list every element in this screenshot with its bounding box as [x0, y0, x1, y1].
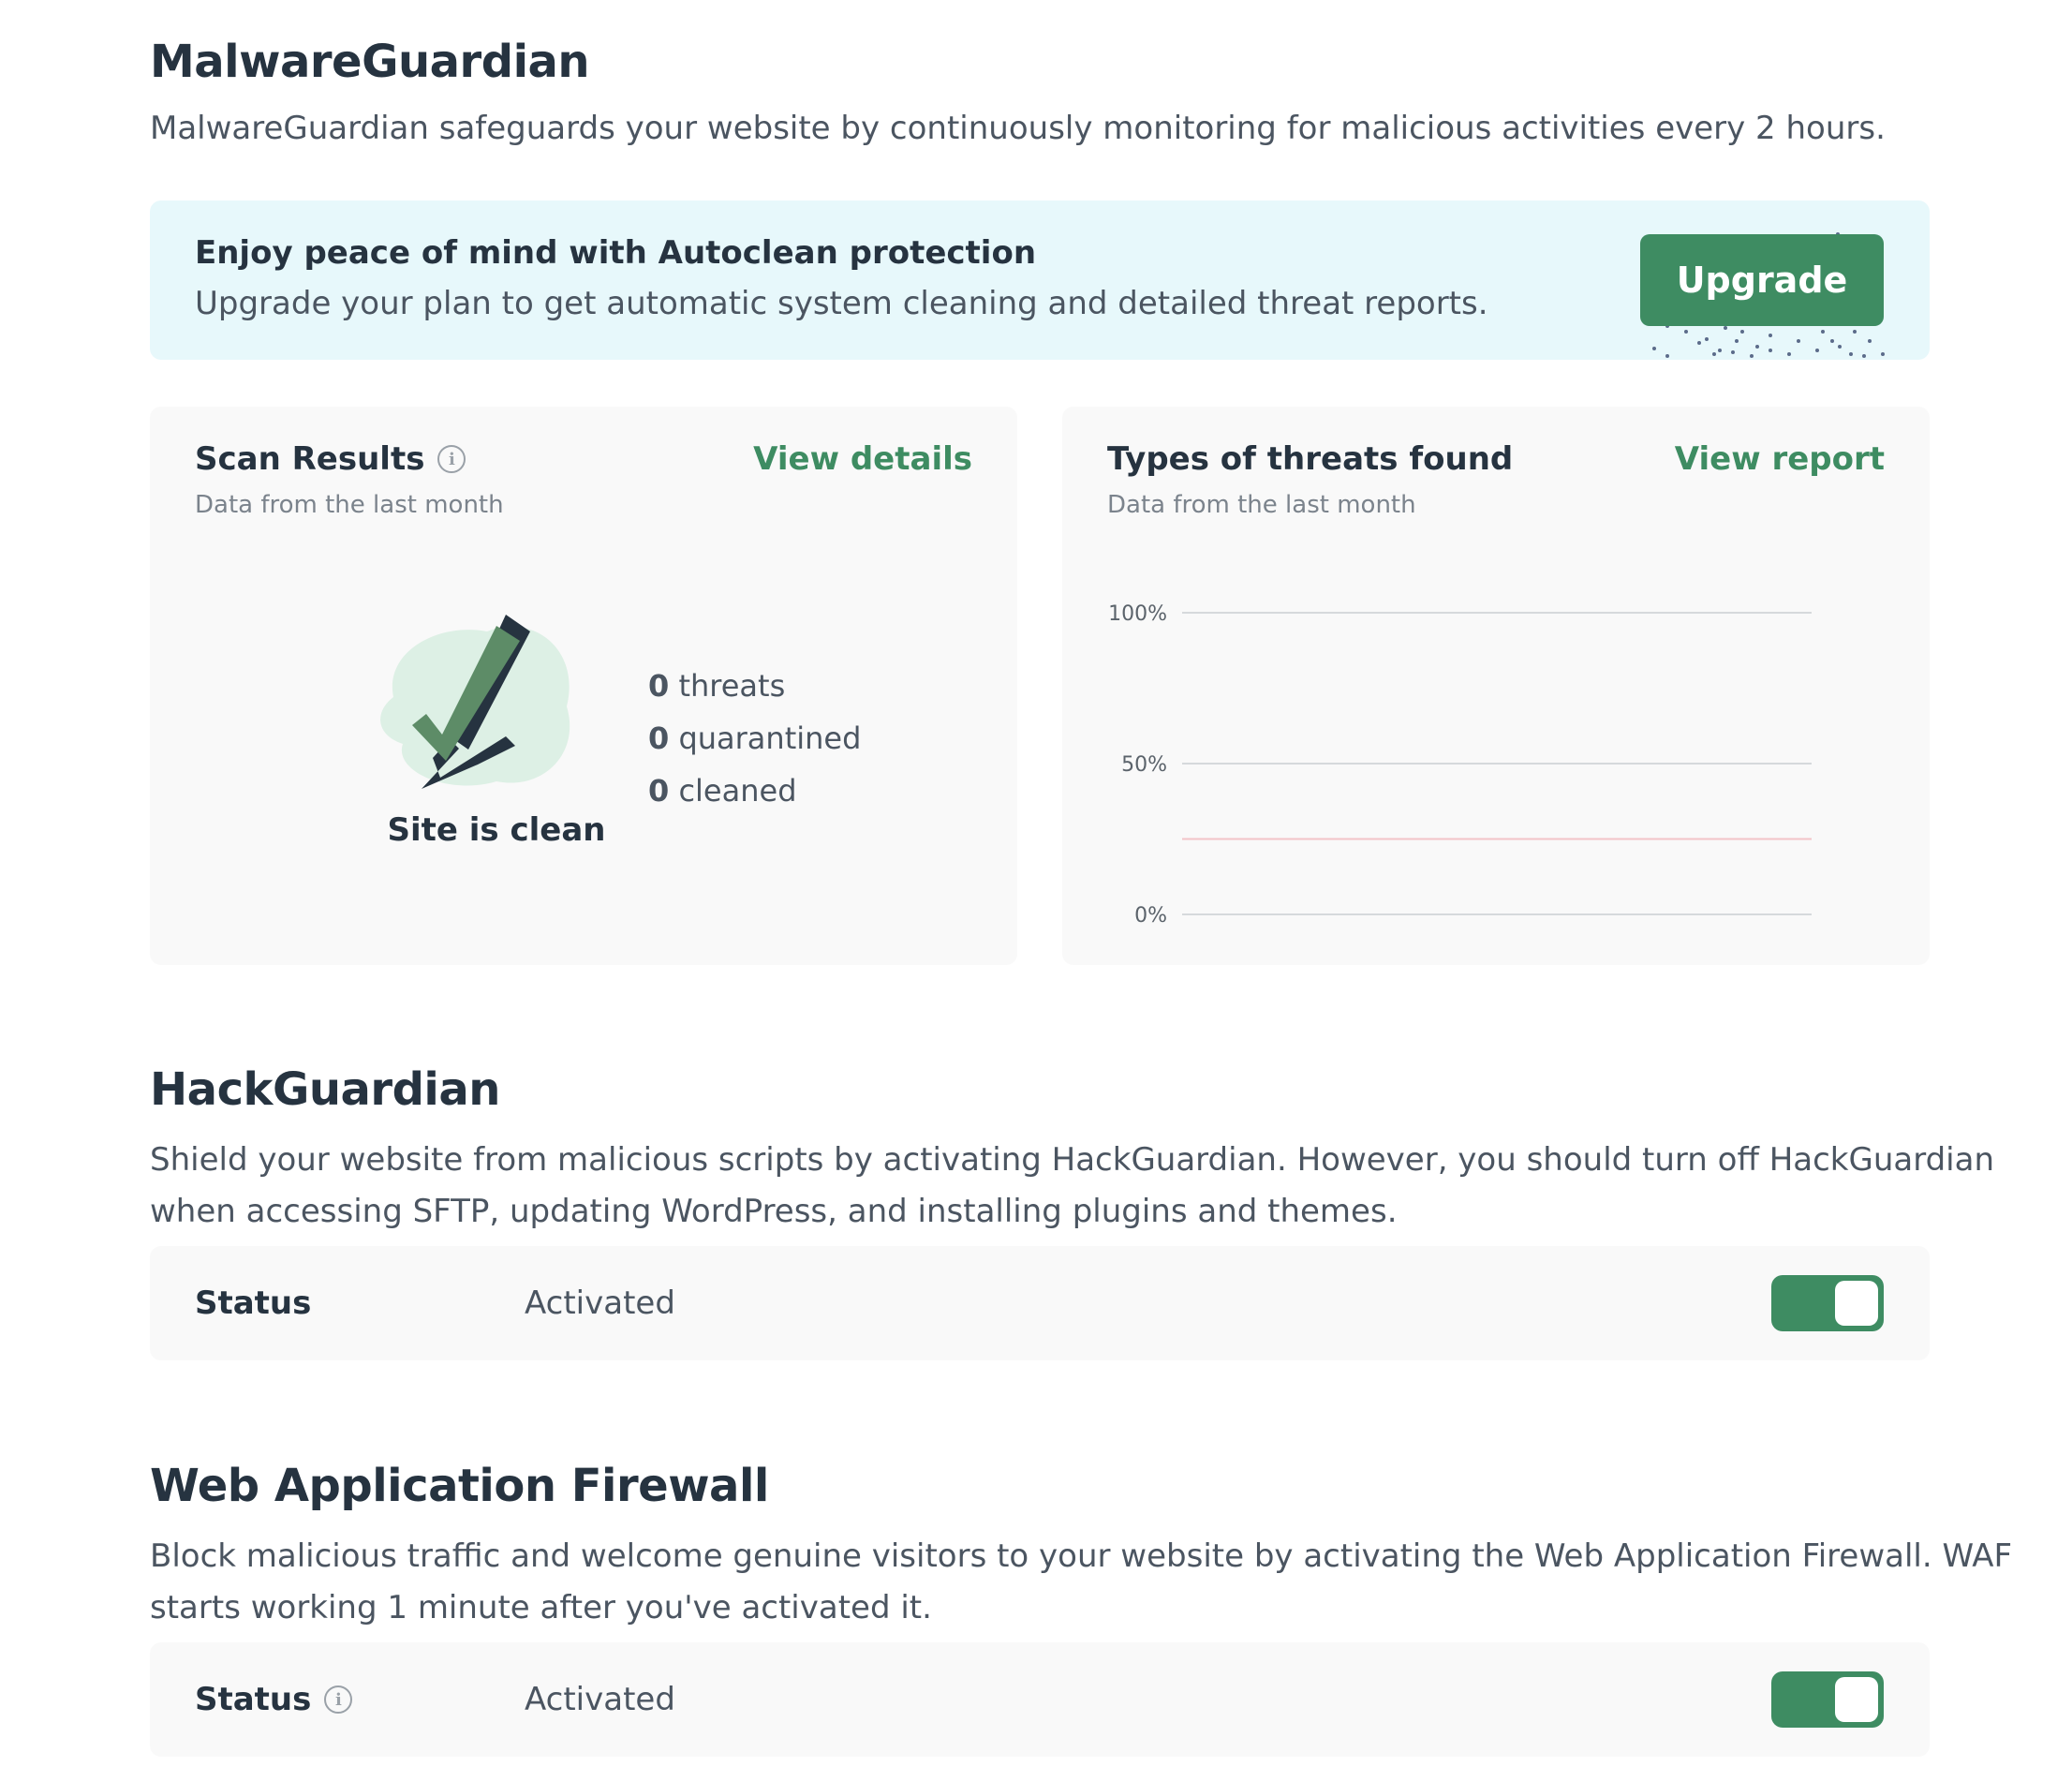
hackguardian-toggle[interactable] [1771, 1275, 1884, 1331]
y-tick-label: 100% [1108, 602, 1167, 626]
y-tick-label: 0% [1134, 904, 1167, 928]
cleaned-stat: 0 cleaned [648, 773, 797, 809]
site-clean-label: Site is clean [387, 811, 606, 849]
security-page: MalwareGuardian MalwareGuardian safeguar… [0, 0, 2072, 1767]
malware-guardian-description: MalwareGuardian safeguards your website … [150, 110, 1886, 147]
promo-title: Enjoy peace of mind with Autoclean prote… [195, 234, 1037, 272]
scan-results-title: Scan Results [195, 440, 425, 478]
threat-types-card: Types of threats found View report Data … [1062, 407, 1930, 965]
threat-types-chart: 100% 50% 0% [1108, 602, 1812, 928]
waf-description: Block malicious traffic and welcome genu… [150, 1537, 2013, 1626]
waf-toggle[interactable] [1771, 1671, 1884, 1728]
toggle-knob [1835, 1677, 1878, 1722]
threat-types-title: Types of threats found [1107, 440, 1514, 478]
autoclean-promo-banner: Enjoy peace of mind with Autoclean prote… [150, 200, 1930, 360]
toggle-knob [1835, 1281, 1878, 1326]
hackguardian-status-value: Activated [525, 1284, 675, 1322]
scan-results-subtitle: Data from the last month [195, 491, 504, 519]
scan-results-heading: Scan Results i [195, 440, 466, 478]
hackguardian-title: HackGuardian [150, 1063, 500, 1116]
view-details-link[interactable]: View details [753, 440, 972, 478]
waf-status-label: Status i [195, 1642, 353, 1757]
waf-title: Web Application Firewall [150, 1460, 769, 1512]
info-icon[interactable]: i [437, 445, 466, 473]
quarantined-stat: 0 quarantined [648, 720, 862, 756]
scan-stats: 0 threats 0 quarantined 0 cleaned [648, 660, 861, 817]
promo-text: Upgrade your plan to get automatic syste… [195, 285, 1488, 322]
scan-results-card: Scan Results i View details Data from th… [150, 407, 1017, 965]
y-tick-label: 50% [1121, 753, 1167, 777]
hackguardian-status-label: Status [195, 1284, 312, 1322]
threats-stat: 0 threats [648, 668, 786, 704]
upgrade-button[interactable]: Upgrade [1640, 234, 1884, 326]
site-clean-check-icon [380, 615, 570, 789]
malware-guardian-title: MalwareGuardian [150, 36, 590, 88]
waf-status-row: Status i Activated [150, 1642, 1930, 1757]
hackguardian-status-row: Status Activated [150, 1246, 1930, 1360]
view-report-link[interactable]: View report [1675, 440, 1885, 478]
info-icon[interactable]: i [324, 1685, 353, 1714]
threat-types-subtitle: Data from the last month [1107, 491, 1416, 519]
hackguardian-description: Shield your website from malicious scrip… [150, 1141, 1994, 1230]
waf-status-value: Activated [525, 1681, 675, 1718]
